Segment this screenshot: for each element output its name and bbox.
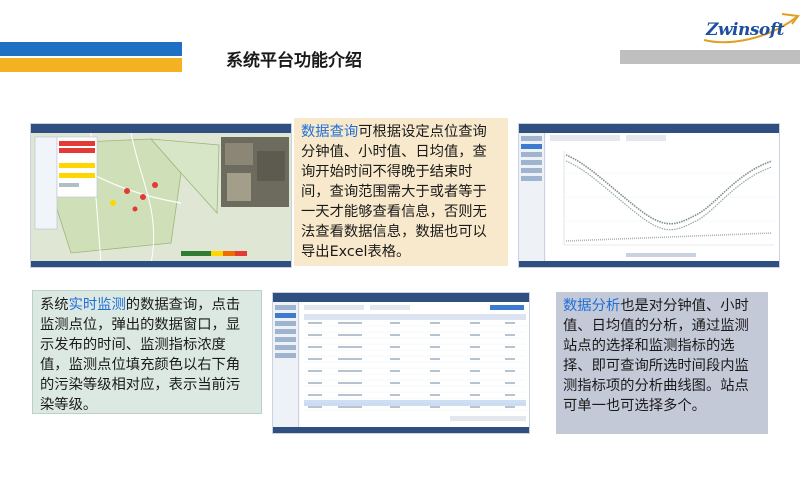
screenshot-titlebar [273,293,529,302]
screenshot-statusbar [273,427,529,433]
logo-text: Zwinsoft [706,20,784,40]
chart-screenshot [518,123,780,268]
chart-screenshot-icon [546,133,779,263]
screenshot-titlebar [519,124,779,133]
page-title: 系统平台功能介绍 [226,51,362,71]
map-screenshot-icon [31,133,291,263]
company-logo: Zwinsoft [702,13,800,44]
screenshot-titlebar [31,124,291,133]
data-query-text: 可根据设定点位查询分钟值、小时值、日均值，查询开始时间不得晚于结束时间，查询范围… [301,124,487,260]
realtime-text: 的数据查询，点击监测点位，弹出的数据窗口，显示发布的时间、监测指标浓度值，监测点… [40,297,241,413]
realtime-prefix: 系统 [40,297,69,313]
data-query-highlight: 数据查询 [301,124,359,140]
realtime-highlight: 实时监测 [68,297,126,313]
header-bar-gold [0,58,182,72]
screenshot-statusbar [31,261,291,267]
screenshot-sidebar [273,302,299,427]
header-bar-blue [0,42,182,56]
data-analysis-description: 数据分析也是对分钟值、小时值、日均值的分析，通过监测站点的选择和监测指标的选择、… [556,292,768,434]
data-analysis-highlight: 数据分析 [563,298,621,314]
table-screenshot-icon [300,302,529,429]
data-analysis-text: 也是对分钟值、小时值、日均值的分析，通过监测站点的选择和监测指标的选择、即可查询… [563,298,749,414]
map-screenshot [30,123,292,268]
screenshot-statusbar [519,261,779,267]
realtime-monitoring-description: 系统实时监测的数据查询，点击监测点位，弹出的数据窗口，显示发布的时间、监测指标浓… [32,290,262,414]
data-query-description: 数据查询可根据设定点位查询分钟值、小时值、日均值，查询开始时间不得晚于结束时间，… [294,118,508,266]
screenshot-sidebar [519,133,545,261]
table-screenshot [272,292,530,434]
header-bar-gray [620,50,800,64]
